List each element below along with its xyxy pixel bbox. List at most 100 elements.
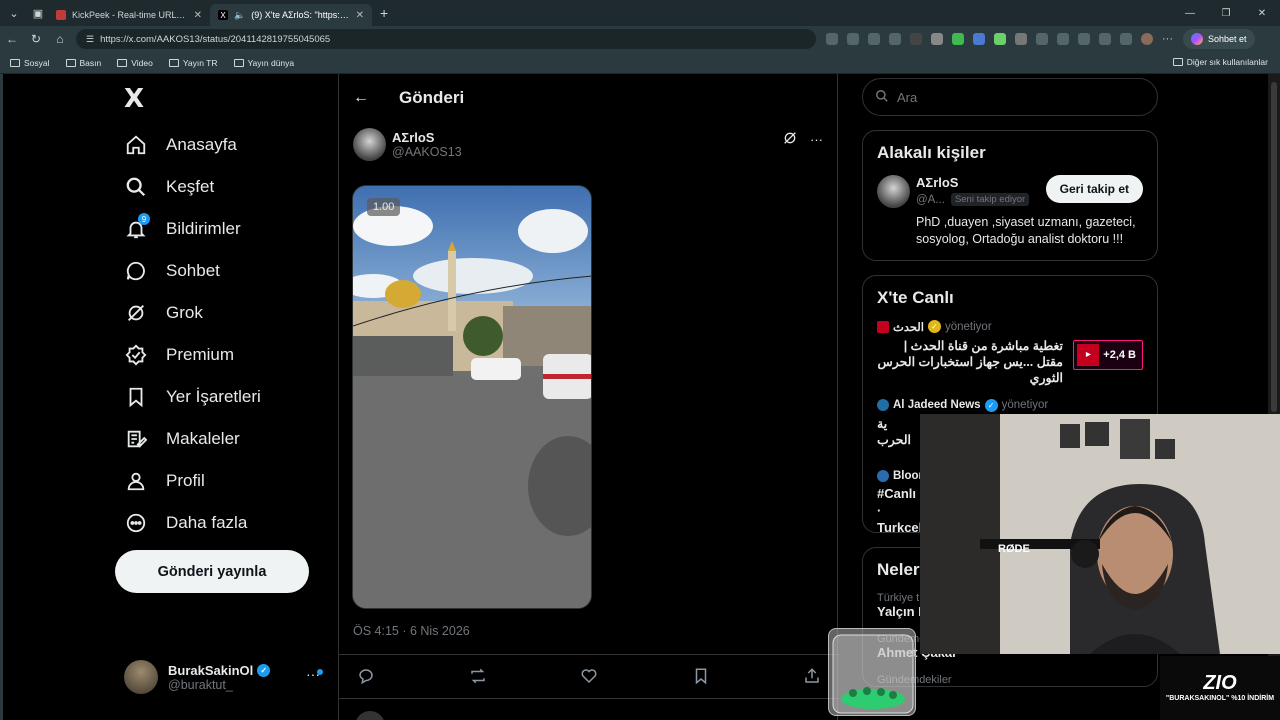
bookmark-icon[interactable] — [690, 665, 712, 687]
nav-item-articles[interactable]: Makaleler — [112, 418, 261, 460]
playback-speed-label[interactable]: 1.00 — [367, 198, 401, 216]
chat-icon — [124, 259, 148, 283]
repost-icon[interactable] — [467, 665, 489, 687]
extension-icon[interactable] — [952, 33, 964, 45]
nav-item-explore[interactable]: Keşfet — [112, 166, 261, 208]
menu-dots-icon[interactable]: ··· — [1162, 33, 1173, 45]
post-header: ← Gönderi — [339, 74, 837, 122]
video-frame — [353, 186, 591, 608]
favorites-icon[interactable] — [1057, 33, 1069, 45]
live-title: تغطية مباشرة من قناة الحدث | مقتل ...يس … — [877, 338, 1063, 386]
sponsor-code-text: "BURAKSAKINOL" %10 İNDİRİM — [1165, 695, 1275, 703]
extension-icon[interactable] — [931, 33, 943, 45]
search-input[interactable]: Ara — [862, 78, 1158, 116]
post-author[interactable]: AΣrloS @AAKOS13 — [353, 128, 462, 161]
back-icon[interactable]: ← — [0, 32, 24, 46]
minimize-icon[interactable]: — — [1172, 8, 1208, 19]
extension-icon[interactable] — [1015, 33, 1027, 45]
zoom-icon[interactable] — [847, 33, 859, 45]
share-icon[interactable] — [801, 665, 823, 687]
copilot-chat-button[interactable]: Sohbet et — [1183, 29, 1255, 49]
nav-item-premium[interactable]: Premium — [112, 334, 261, 376]
person-name[interactable]: AΣrloS — [916, 175, 1029, 190]
site-info-icon[interactable]: ☰ — [86, 34, 94, 45]
home-icon — [124, 133, 148, 157]
live-item[interactable]: الحدث ✓ yönetiyor تغطية مباشرة من قناة ا… — [877, 320, 1143, 387]
avatar-icon[interactable] — [1141, 33, 1153, 45]
nav-item-profile[interactable]: Profil — [112, 460, 261, 502]
nav-item-home[interactable]: Anasayfa — [112, 124, 261, 166]
reply-icon[interactable] — [355, 665, 377, 687]
nav-item-chat[interactable]: Sohbet — [112, 250, 261, 292]
bookmark-folder[interactable]: Sosyal — [10, 58, 50, 68]
tab-list-icon[interactable]: ⌄ — [4, 3, 24, 23]
x-logo-icon[interactable]: X — [124, 84, 144, 114]
bookmark-folder[interactable]: Video — [117, 58, 153, 68]
folder-icon — [233, 58, 244, 67]
post-timestamp[interactable]: ÖS 4:15 · 6 Nis 2026 — [353, 624, 470, 638]
close-tab-icon[interactable]: ✕ — [194, 10, 202, 21]
url-text: https://x.com/AAKOS13/status/20411428197… — [100, 33, 331, 45]
trend-item[interactable]: Gündemdekiler — [877, 674, 1143, 686]
split-screen-icon[interactable] — [1036, 33, 1048, 45]
speaker-icon[interactable]: 🔈 — [234, 10, 245, 21]
bookmark-folder[interactable]: Yayın TR — [168, 58, 218, 68]
unread-dot-icon — [317, 669, 323, 675]
nav-label: Grok — [166, 303, 203, 322]
new-tab-icon[interactable]: + — [380, 5, 388, 21]
main-nav: Anasayfa Keşfet 9 Bildirimler Sohbet Gro… — [112, 124, 261, 544]
search-placeholder: Ara — [897, 89, 918, 105]
other-favorites[interactable]: Diğer sık kullanılanlar — [1172, 57, 1268, 67]
webcam-overlay: RØDE — [920, 414, 1280, 654]
related-person[interactable]: AΣrloS @A... Seni takip ediyor Geri taki… — [877, 175, 1143, 208]
notification-badge: 9 — [138, 213, 150, 225]
bookmark-folder[interactable]: Basın — [65, 58, 101, 68]
like-icon[interactable] — [578, 665, 600, 687]
verified-icon: ✓ — [257, 663, 271, 677]
author-handle[interactable]: @AAKOS13 — [392, 145, 462, 159]
extension-icon[interactable] — [994, 33, 1006, 45]
extension-icon[interactable] — [910, 33, 922, 45]
nav-label: Yer İşaretleri — [166, 387, 261, 406]
post-button[interactable]: Gönderi yayınla — [115, 550, 309, 593]
nav-item-bookmarks[interactable]: Yer İşaretleri — [112, 376, 261, 418]
aljadeed-logo-icon — [877, 399, 889, 411]
close-tab-icon[interactable]: ✕ — [356, 10, 364, 21]
workspaces-icon[interactable]: ▣ — [28, 3, 48, 23]
downloads-icon[interactable] — [1120, 33, 1132, 45]
author-name[interactable]: AΣrloS — [392, 130, 462, 145]
share-icon[interactable] — [868, 33, 880, 45]
avatar[interactable] — [353, 128, 386, 161]
collections-icon[interactable] — [1078, 33, 1090, 45]
back-arrow-icon[interactable]: ← — [353, 89, 369, 107]
tab-title: (9) X'te AΣrloS: "https://t.co/... — [251, 10, 350, 20]
favorite-star-icon[interactable] — [889, 33, 901, 45]
close-window-icon[interactable]: ✕ — [1244, 8, 1280, 19]
live-viewer-count[interactable]: ▶ +2,4 B — [1073, 339, 1143, 370]
browser-tab-kickpeek[interactable]: KickPeek - Real-time URL Crawler ✕ — [48, 4, 210, 26]
nav-item-notifications[interactable]: 9 Bildirimler — [112, 208, 261, 250]
url-field[interactable]: ☰ https://x.com/AAKOS13/status/204114281… — [76, 29, 816, 49]
account-switcher[interactable]: BurakSakinOl ✓ @buraktut_ ··· — [124, 660, 324, 694]
more-options-icon[interactable]: ··· — [810, 132, 823, 147]
home-icon[interactable]: ⌂ — [48, 32, 72, 46]
nav-item-more[interactable]: Daha fazla — [112, 502, 261, 544]
screenshot-icon[interactable] — [1099, 33, 1111, 45]
avatar[interactable] — [877, 175, 910, 208]
live-source: Al Jadeed News ✓ yönetiyor — [877, 398, 1143, 412]
follow-back-button[interactable]: Geri takip et — [1045, 175, 1143, 203]
bookmark-folder[interactable]: Yayın dünya — [233, 58, 294, 68]
grok-explain-icon[interactable] — [782, 130, 798, 149]
profile-icon — [124, 469, 148, 493]
read-mode-icon[interactable] — [826, 33, 838, 45]
nav-item-grok[interactable]: Grok — [112, 292, 261, 334]
browser-tab-x[interactable]: X 🔈 (9) X'te AΣrloS: "https://t.co/... ✕ — [210, 4, 372, 26]
refresh-icon[interactable]: ↻ — [24, 32, 48, 46]
folder-icon — [117, 58, 128, 67]
live-thumbnail: ▶ — [1077, 343, 1100, 366]
avatar — [124, 660, 158, 694]
extension-icon[interactable] — [973, 33, 985, 45]
restore-icon[interactable]: ❐ — [1208, 8, 1244, 19]
source-name: Al Jadeed News — [893, 399, 981, 411]
post-video[interactable]: 1.00 — [352, 185, 592, 609]
